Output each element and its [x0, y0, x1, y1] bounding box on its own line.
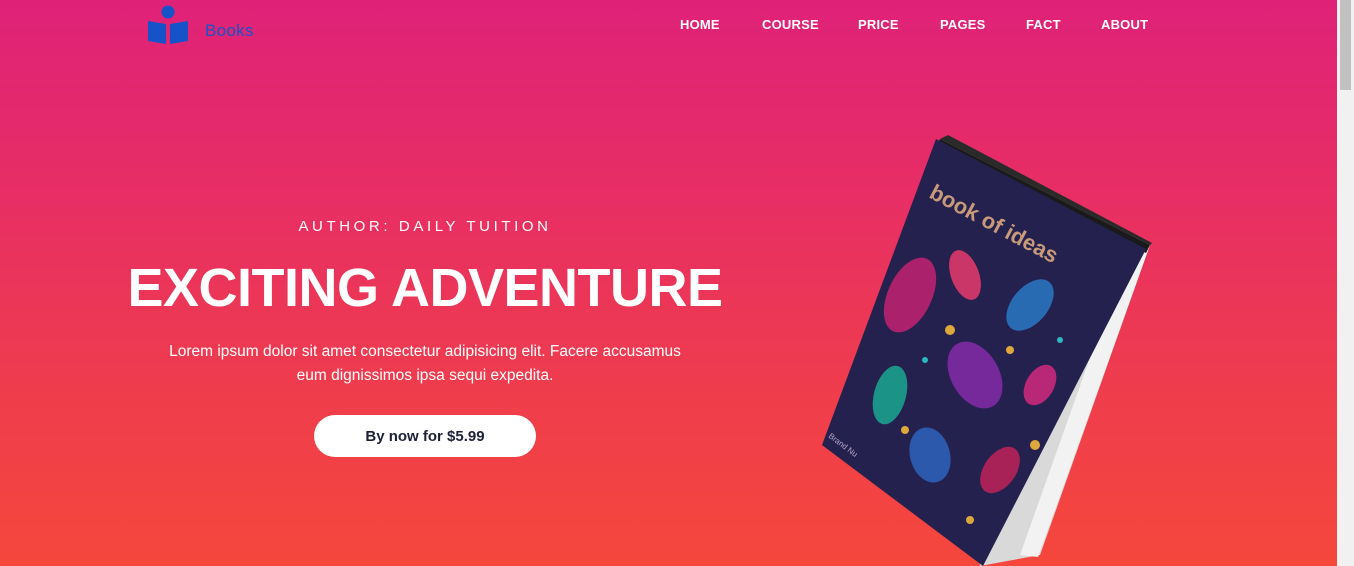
main-nav: HOME COURSE PRICE PAGES FACT ABOUT	[0, 17, 1337, 35]
author-line: AUTHOR: DAILY TUITION	[298, 218, 552, 235]
hero-text-block: AUTHOR: DAILY TUITION EXCITING ADVENTURE…	[126, 218, 724, 388]
nav-home[interactable]: HOME	[680, 17, 720, 32]
hero-section: Books HOME COURSE PRICE PAGES FACT ABOUT…	[0, 0, 1337, 566]
nav-price[interactable]: PRICE	[858, 17, 899, 32]
page-scrollbar[interactable]	[1337, 0, 1354, 566]
nav-about[interactable]: ABOUT	[1101, 17, 1148, 32]
scrollbar-thumb[interactable]	[1340, 0, 1351, 90]
hero-description-line-2: eum dignissimos ipsa sequi expedita.	[296, 367, 554, 384]
buy-now-button[interactable]: By now for $5.99	[314, 415, 536, 457]
hero-description-line-1: Lorem ipsum dolor sit amet consectetur a…	[169, 343, 681, 360]
nav-course[interactable]: COURSE	[762, 17, 819, 32]
nav-fact[interactable]: FACT	[1026, 17, 1061, 32]
book-cover-image: book of ideas Brand Nu	[822, 135, 1152, 566]
hero-description: Lorem ipsum dolor sit amet consectetur a…	[126, 340, 724, 388]
nav-pages[interactable]: PAGES	[940, 17, 986, 32]
hero-title: EXCITING ADVENTURE	[127, 258, 723, 318]
